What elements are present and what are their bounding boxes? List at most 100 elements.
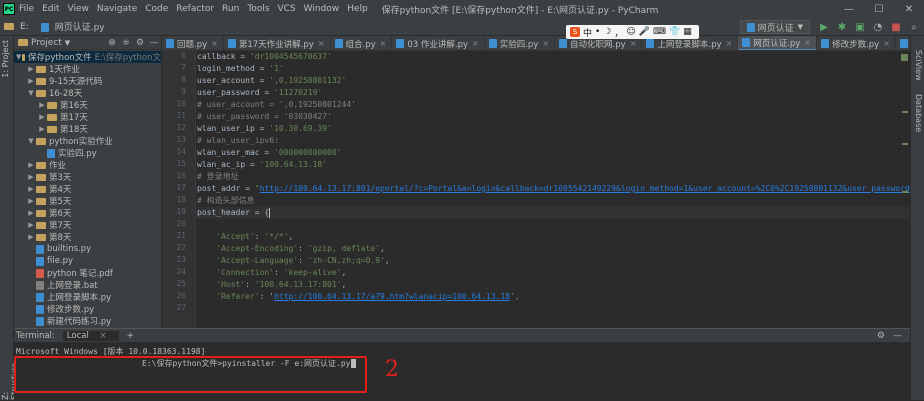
menu-code[interactable]: Code: [145, 4, 168, 14]
maximize-button[interactable]: ☐: [864, 4, 894, 15]
tree-file[interactable]: 上网登录脚本.py: [14, 291, 161, 303]
editor-tab[interactable]: 组合.py ×: [331, 36, 393, 50]
expand-arrow-icon[interactable]: ▶: [27, 209, 35, 217]
tree-folder[interactable]: ▶ 作业: [14, 159, 161, 171]
expand-arrow-icon[interactable]: ▶: [27, 65, 35, 73]
close-tab-icon[interactable]: ×: [380, 39, 387, 48]
expand-arrow-icon[interactable]: ▶: [27, 173, 35, 181]
close-tab-icon[interactable]: ×: [630, 39, 637, 48]
tree-folder[interactable]: ▼ 16-28天: [14, 87, 161, 99]
editor-scrollbar[interactable]: [900, 51, 910, 328]
close-tab-icon[interactable]: ×: [542, 39, 549, 48]
tree-file[interactable]: 上网登录.bat: [14, 279, 161, 291]
editor-tab[interactable]: 第17天作业讲解.py ×: [224, 36, 331, 50]
expand-arrow-icon[interactable]: ▼: [16, 53, 21, 61]
ime-item[interactable]: ☽: [603, 27, 611, 37]
close-button[interactable]: ✕: [894, 4, 924, 15]
close-tab-icon[interactable]: ×: [883, 39, 890, 48]
globe-icon[interactable]: ⊕: [105, 38, 119, 48]
tree-folder[interactable]: ▶ 1天作业: [14, 63, 161, 75]
ime-item[interactable]: ☺: [626, 27, 635, 37]
tree-folder[interactable]: ▼ python实验作业: [14, 135, 161, 147]
tree-file[interactable]: 新建代码练习.py: [14, 315, 161, 327]
tree-folder[interactable]: ▶ 第8天: [14, 231, 161, 243]
expand-arrow-icon[interactable]: ▶: [38, 125, 46, 133]
coverage-icon[interactable]: ▣: [852, 22, 868, 33]
hide-icon[interactable]: —: [893, 331, 902, 341]
menu-run[interactable]: Run: [222, 4, 239, 14]
expand-arrow-icon[interactable]: ▶: [27, 77, 35, 85]
tree-folder[interactable]: ▶ 第3天: [14, 171, 161, 183]
menu-help[interactable]: Help: [347, 4, 368, 14]
gear-icon[interactable]: ⚙: [877, 331, 885, 341]
search-icon[interactable]: ⌕: [906, 22, 922, 33]
ime-item[interactable]: •: [595, 27, 600, 37]
sciview-tool-tab[interactable]: SciView: [914, 50, 923, 81]
project-panel-title[interactable]: Project: [31, 38, 62, 48]
tree-folder[interactable]: ▶ 第17天: [14, 111, 161, 123]
code-area[interactable]: callback = 'dr1004545670637' login_method…: [197, 51, 910, 328]
editor-tab[interactable]: 回题.py ×: [162, 36, 224, 50]
ime-item[interactable]: ▦: [683, 27, 692, 37]
expand-arrow-icon[interactable]: ▼: [27, 89, 35, 97]
run-config-select[interactable]: 网页认证 ▼: [739, 20, 810, 34]
ime-item[interactable]: 🎤: [639, 27, 650, 37]
collapse-icon[interactable]: ≑: [119, 38, 133, 48]
hide-icon[interactable]: —: [147, 38, 161, 48]
ime-item[interactable]: ⌨: [653, 27, 666, 37]
tree-folder[interactable]: ▶ 第18天: [14, 123, 161, 135]
expand-arrow-icon[interactable]: ▶: [27, 233, 35, 241]
gear-icon[interactable]: ⚙: [133, 38, 147, 48]
menu-file[interactable]: File: [19, 4, 34, 14]
editor-tab[interactable]: 第18天作业讲解.py×: [896, 36, 910, 50]
menu-navigate[interactable]: Navigate: [97, 4, 137, 14]
add-terminal-button[interactable]: +: [127, 331, 134, 341]
project-tool-tab[interactable]: 1: Project: [1, 40, 10, 78]
editor-tab[interactable]: 03 作业讲解.py ×: [392, 36, 485, 50]
terminal-output[interactable]: Microsoft Windows [版本 10.0.18363.1198] E…: [14, 342, 910, 401]
close-tab-icon[interactable]: ×: [472, 39, 479, 48]
database-tool-tab[interactable]: Database: [914, 94, 923, 132]
breadcrumb-file[interactable]: 网页认证.py: [40, 20, 111, 33]
menu-window[interactable]: Window: [304, 4, 340, 14]
tree-folder[interactable]: ▶ 第4天: [14, 183, 161, 195]
expand-arrow-icon[interactable]: ▼: [27, 137, 35, 145]
expand-arrow-icon[interactable]: ▶: [27, 197, 35, 205]
stop-icon[interactable]: ■: [888, 22, 904, 33]
ime-item[interactable]: 中: [583, 26, 592, 39]
menu-view[interactable]: View: [68, 4, 89, 14]
run-icon[interactable]: ▶: [816, 22, 832, 33]
menu-tools[interactable]: Tools: [247, 4, 269, 14]
ime-item[interactable]: ，: [614, 26, 623, 39]
tree-file[interactable]: python 笔记.pdf: [14, 267, 161, 279]
tree-folder[interactable]: ▶ 9-15天源代码: [14, 75, 161, 87]
tree-file[interactable]: file.py: [14, 255, 161, 267]
menu-edit[interactable]: Edit: [42, 4, 59, 14]
close-tab-icon[interactable]: ×: [211, 39, 218, 48]
tree-root[interactable]: ▼ 保存python文件 E:\保存python文: [14, 51, 161, 63]
expand-arrow-icon[interactable]: ▶: [27, 185, 35, 193]
editor-tab[interactable]: 修改步数.py ×: [817, 36, 896, 50]
tree-file[interactable]: 修改步数.py: [14, 303, 161, 315]
minimize-button[interactable]: —: [834, 4, 864, 15]
expand-arrow-icon[interactable]: ▶: [38, 101, 46, 109]
tree-folder[interactable]: ▶ 第7天: [14, 219, 161, 231]
close-tab-icon[interactable]: ×: [804, 38, 811, 47]
menu-vcs[interactable]: VCS: [277, 4, 295, 14]
close-tab-icon[interactable]: ×: [726, 39, 733, 48]
tree-folder[interactable]: ▶ 第6天: [14, 207, 161, 219]
expand-arrow-icon[interactable]: ▶: [27, 161, 35, 169]
profile-icon[interactable]: ◔: [870, 22, 886, 33]
editor-tab[interactable]: 实验四.py ×: [485, 36, 556, 50]
terminal-tab-local[interactable]: Local ×: [62, 330, 119, 341]
close-tab-icon[interactable]: ×: [318, 39, 325, 48]
tree-file[interactable]: 实验四.py: [14, 147, 161, 159]
tree-file[interactable]: builtins.py: [14, 243, 161, 255]
menu-refactor[interactable]: Refactor: [176, 4, 214, 14]
tree-folder[interactable]: ▶ 第5天: [14, 195, 161, 207]
editor-tab[interactable]: 网页认证.py ×: [738, 36, 818, 50]
tree-folder[interactable]: ▶ 第16天: [14, 99, 161, 111]
expand-arrow-icon[interactable]: ▶: [27, 221, 35, 229]
debug-icon[interactable]: ✱: [834, 22, 850, 33]
expand-arrow-icon[interactable]: ▶: [38, 113, 46, 121]
